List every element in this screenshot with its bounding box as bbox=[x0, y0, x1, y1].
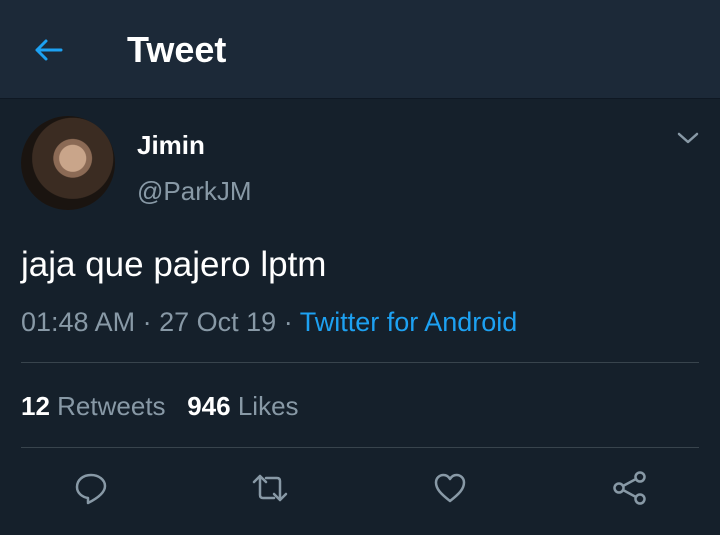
retweets-stat[interactable]: 12 Retweets bbox=[21, 391, 166, 421]
arrow-left-icon bbox=[33, 38, 63, 62]
meta-separator: · bbox=[283, 307, 293, 337]
chevron-down-icon bbox=[676, 130, 706, 146]
likes-label: Likes bbox=[237, 391, 299, 421]
tweet-meta: 01:48 AM · 27 Oct 19 · Twitter for Andro… bbox=[21, 306, 517, 338]
heart-icon bbox=[433, 472, 467, 504]
tweet-options-button[interactable] bbox=[676, 130, 706, 154]
retweet-icon bbox=[252, 473, 288, 503]
top-bar: Tweet bbox=[0, 0, 720, 99]
page-title: Tweet bbox=[127, 29, 227, 70]
divider bbox=[21, 447, 699, 448]
retweet-button[interactable] bbox=[252, 470, 288, 506]
meta-separator: · bbox=[142, 307, 152, 337]
share-icon bbox=[612, 471, 648, 505]
share-button[interactable] bbox=[612, 470, 648, 506]
author-name[interactable]: Jimin bbox=[137, 130, 205, 160]
reply-button[interactable] bbox=[73, 470, 109, 506]
likes-count: 946 bbox=[187, 391, 231, 421]
likes-stat[interactable]: 946 Likes bbox=[187, 391, 298, 421]
back-button[interactable] bbox=[30, 32, 66, 68]
tweet-source-link[interactable]: Twitter for Android bbox=[300, 307, 518, 337]
retweets-count: 12 bbox=[21, 391, 50, 421]
reply-icon bbox=[74, 471, 108, 505]
author-handle[interactable]: @ParkJM bbox=[137, 176, 252, 206]
tweet-text: jaja que pajero lptm bbox=[21, 245, 327, 284]
retweets-label: Retweets bbox=[57, 391, 166, 421]
tweet-stats: 12 Retweets 946 Likes bbox=[21, 390, 299, 422]
like-button[interactable] bbox=[432, 470, 468, 506]
tweet-time: 01:48 AM bbox=[21, 307, 136, 337]
avatar[interactable] bbox=[21, 116, 115, 210]
tweet-date: 27 Oct 19 bbox=[159, 307, 277, 337]
divider bbox=[21, 362, 699, 363]
